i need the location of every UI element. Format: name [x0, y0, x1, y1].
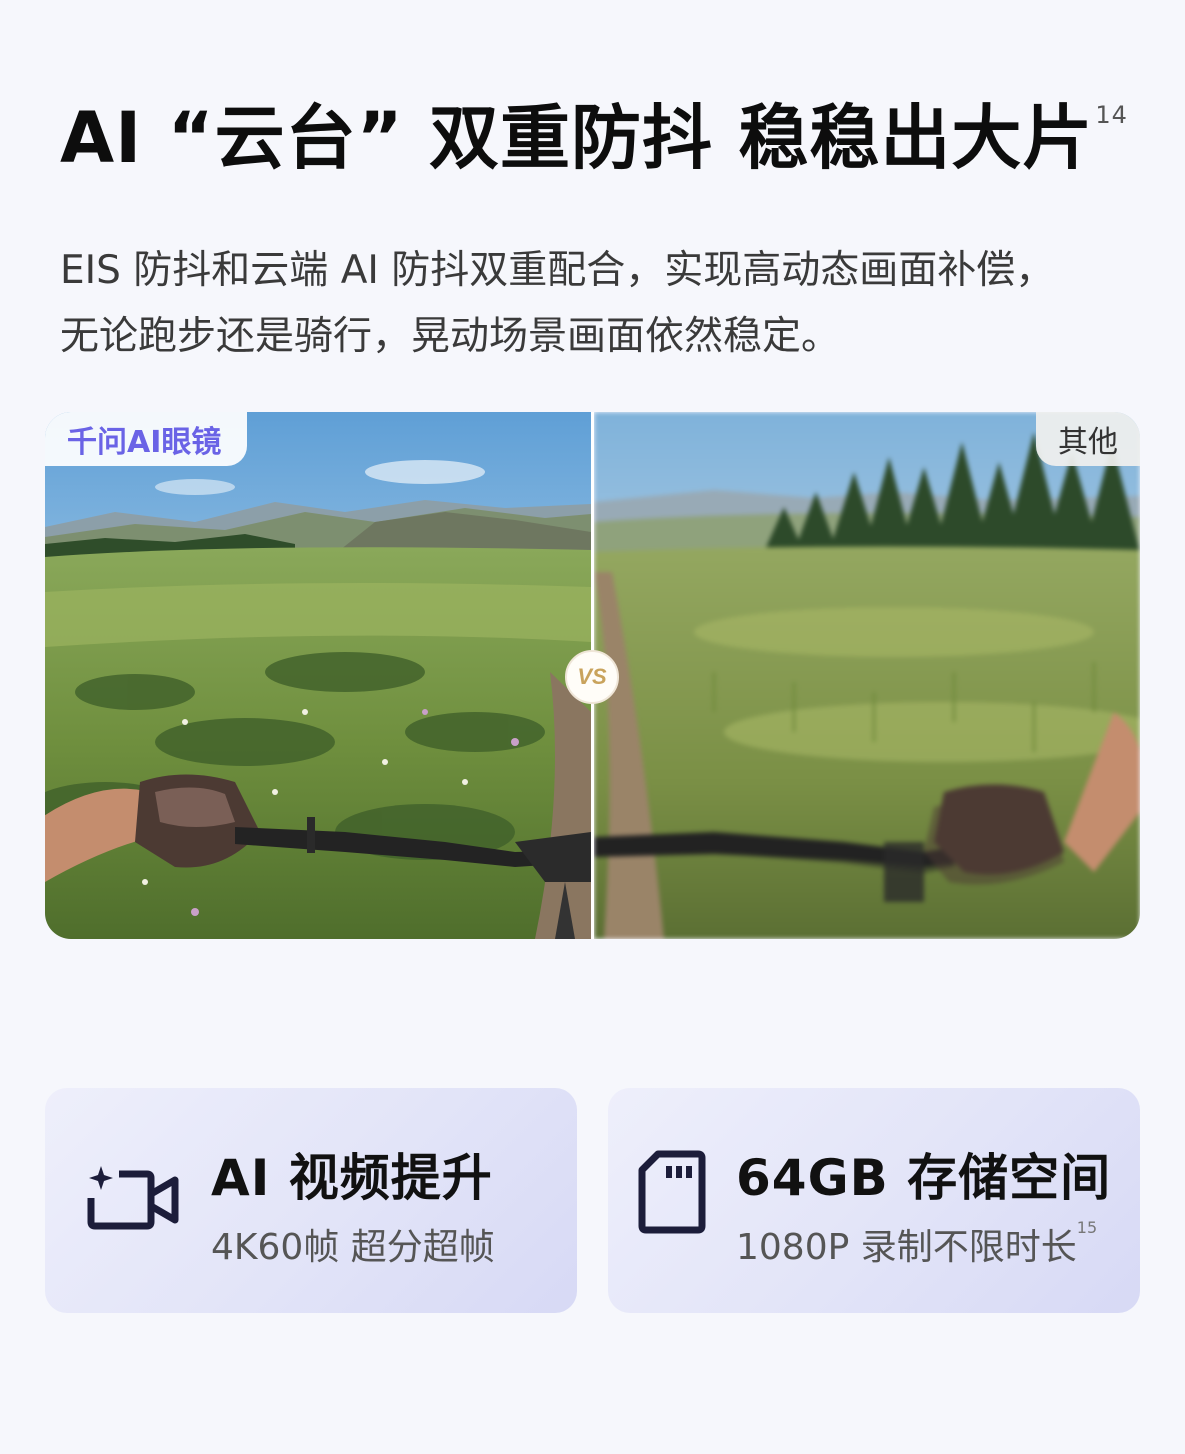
feature-title: AI 视频提升 [211, 1149, 493, 1207]
feature-card-ai-video: AI 视频提升 4K60帧 超分超帧 [45, 1088, 577, 1313]
page-description: EIS 防抖和云端 AI 防抖双重配合，实现高动态画面补偿， 无论跑步还是骑行，… [60, 238, 1170, 370]
description-line-1: EIS 防抖和云端 AI 防抖双重配合，实现高动态画面补偿， [60, 248, 1055, 293]
feature-description: 1080P 录制不限时长15 [736, 1218, 1097, 1270]
label-qwen-glasses: 千问AI眼镜 [45, 412, 248, 466]
feature-description: 4K60帧 超分超帧 [211, 1227, 495, 1268]
sd-card-icon [636, 1148, 708, 1240]
stabilization-comparison: VS 千问AI眼镜 其他 [45, 412, 1140, 939]
feature-description-text: 1080P 录制不限时长 [736, 1227, 1077, 1268]
feature-footnote: 15 [1076, 1218, 1098, 1237]
page-title: AI “云台” 双重防抖 稳稳出大片14 [60, 98, 1128, 179]
page-title-text: AI “云台” 双重防抖 稳稳出大片 [60, 97, 1094, 179]
feature-card-storage: 64GB 存储空间 1080P 录制不限时长15 [608, 1088, 1140, 1313]
title-footnote: 14 [1095, 101, 1128, 129]
unstabilized-photo [594, 412, 1140, 939]
feature-title: 64GB 存储空间 [736, 1149, 1112, 1207]
label-other: 其他 [1036, 412, 1140, 466]
stabilized-photo [45, 412, 591, 939]
description-line-2: 无论跑步还是骑行，晃动场景画面依然稳定。 [60, 314, 841, 359]
vs-badge: VS [565, 650, 619, 704]
ai-video-camera-icon [83, 1158, 183, 1238]
